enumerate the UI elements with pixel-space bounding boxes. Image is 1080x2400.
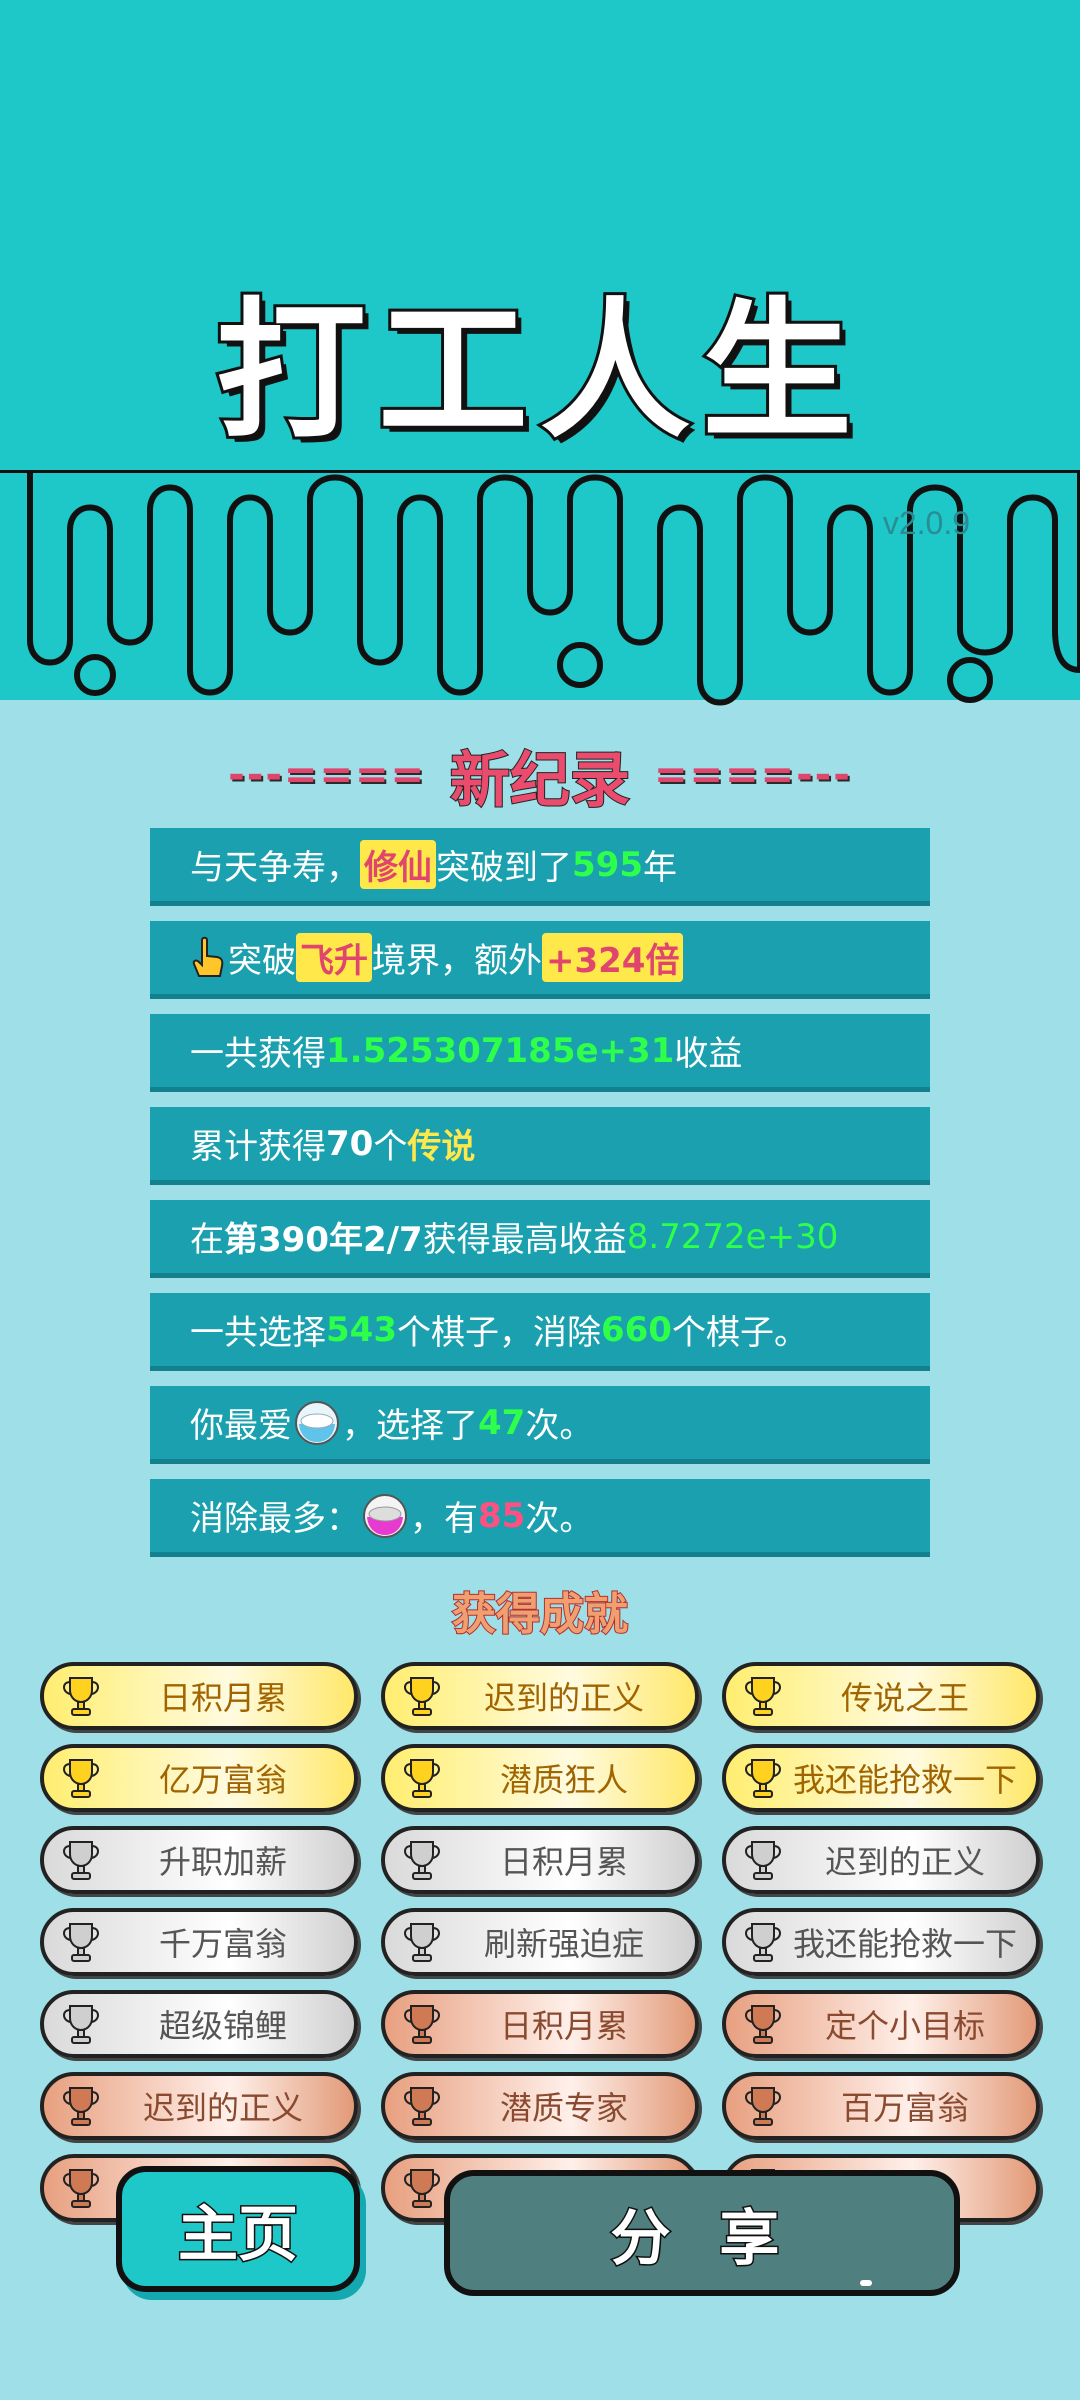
trophy-icon [63,1841,99,1880]
achievement-label: 传说之王 [840,1679,969,1717]
achievement-badge[interactable]: 升职加薪 [40,1826,358,1894]
achievement-label: 刷新强迫症 [483,1925,644,1963]
achievement-badge[interactable]: 潜质狂人 [381,1744,699,1812]
trophy-icon [745,2087,781,2126]
trophy-icon [63,2005,99,2044]
achievement-badge[interactable]: 日积月累 [381,1826,699,1894]
achievement-label: 升职加薪 [158,1843,287,1881]
record-dashes-left: ---==== [228,752,426,798]
achievement-label: 超级锦鲤 [158,2007,287,2045]
trophy-icon [404,1841,440,1880]
achievement-badge[interactable]: 日积月累 [381,1990,699,2058]
achievement-label: 迟到的正义 [142,2089,303,2127]
trophy-icon [745,1677,781,1716]
trophy-icon [745,1841,781,1880]
achievement-label: 千万富翁 [158,1925,287,1963]
achievement-label: 迟到的正义 [483,1679,644,1717]
achievement-badge[interactable]: 亿万富翁 [40,1744,358,1812]
achievement-badge[interactable]: 我还能抢救一下 [722,1908,1040,1976]
pointing-hand-icon [192,936,224,977]
rice-bowl-blue-icon [295,1400,339,1445]
stat-list: 与天争寿， 修仙 突破到了 595 年 突破 飞升 境界，额外 +324倍 一共… [150,828,930,1572]
trophy-icon [404,1923,440,1962]
achievement-badge[interactable]: 我还能抢救一下 [722,1744,1040,1812]
trophy-icon [404,2169,440,2208]
achievement-label: 迟到的正义 [824,1843,985,1881]
record-title: 新纪录 [449,745,631,817]
achievement-label: 亿万富翁 [158,1761,287,1799]
trophy-icon [745,1923,781,1962]
share-button[interactable]: 分 享 [444,2170,960,2296]
achievement-badge[interactable]: 传说之王 [722,1662,1040,1730]
achievement-grid: 日积月累 迟到的正义 传说之王 亿万富翁 潜质狂人 我还能抢救一下 升职加薪 日积月累 迟到的正… [40,1662,1040,2222]
trophy-icon [404,1759,440,1798]
trophy-icon [63,1677,99,1716]
share-button-dot [860,2280,872,2286]
trophy-icon [63,2087,99,2126]
trophy-icon [404,2005,440,2044]
version-label: v2.0.9 [882,505,970,541]
trophy-icon [63,1759,99,1798]
record-header: ---==== 新纪录 ====--- [0,730,1080,820]
trophy-icon [63,1923,99,1962]
trophy-icon [404,1677,440,1716]
achievement-label: 日积月累 [158,1679,287,1717]
stat-row-longevity: 与天争寿， 修仙 突破到了 595 年 [150,828,930,906]
stat-row-ascension: 突破 飞升 境界，额外 +324倍 [150,921,930,999]
achievement-label: 我还能抢救一下 [792,1925,1017,1963]
home-button[interactable]: 主页 [116,2166,360,2292]
achievement-badge[interactable]: 千万富翁 [40,1908,358,1976]
record-dashes-right: ====--- [654,752,852,798]
achievements-title: 获得成就 [451,1588,629,1641]
stat-row-favorite: 你最爱 ，选择了 47 次。 [150,1386,930,1464]
achievement-badge[interactable]: 迟到的正义 [722,1826,1040,1894]
achievement-badge[interactable]: 定个小目标 [722,1990,1040,2058]
achievement-label: 我还能抢救一下 [792,1761,1017,1799]
stat-row-total-income: 一共获得 1.525307185e+31 收益 [150,1014,930,1092]
share-button-label: 分 享 [609,2202,794,2275]
rice-bowl-pink-icon [363,1493,407,1538]
achievement-badge[interactable]: 刷新强迫症 [381,1908,699,1976]
achievement-label: 百万富翁 [840,2089,969,2127]
stat-row-most-eliminated: 消除最多： ，有 85 次。 [150,1479,930,1557]
trophy-icon [63,2169,99,2208]
achievement-badge[interactable]: 百万富翁 [722,2072,1040,2140]
achievement-badge[interactable]: 超级锦鲤 [40,1990,358,2058]
app-title: 打工人生 [213,282,864,462]
achievement-label: 定个小目标 [824,2007,985,2045]
trophy-icon [745,1759,781,1798]
stat-row-pieces: 一共选择 543 个棋子，消除 660 个棋子。 [150,1293,930,1371]
trophy-icon [404,2087,440,2126]
achievement-badge[interactable]: 潜质专家 [381,2072,699,2140]
achievement-label: 日积月累 [499,1843,628,1881]
achievement-label: 日积月累 [499,2007,628,2045]
stat-row-best-income: 在 第390年2/7 获得最高收益 8.7272e+30 [150,1200,930,1278]
achievement-badge[interactable]: 日积月累 [40,1662,358,1730]
achievement-badge[interactable]: 迟到的正义 [381,1662,699,1730]
stat-row-legends: 累计获得 70 个 传说 [150,1107,930,1185]
trophy-icon [745,2005,781,2044]
achievement-label: 潜质狂人 [499,1761,628,1799]
achievement-label: 潜质专家 [499,2089,628,2127]
achievement-badge[interactable]: 迟到的正义 [40,2072,358,2140]
